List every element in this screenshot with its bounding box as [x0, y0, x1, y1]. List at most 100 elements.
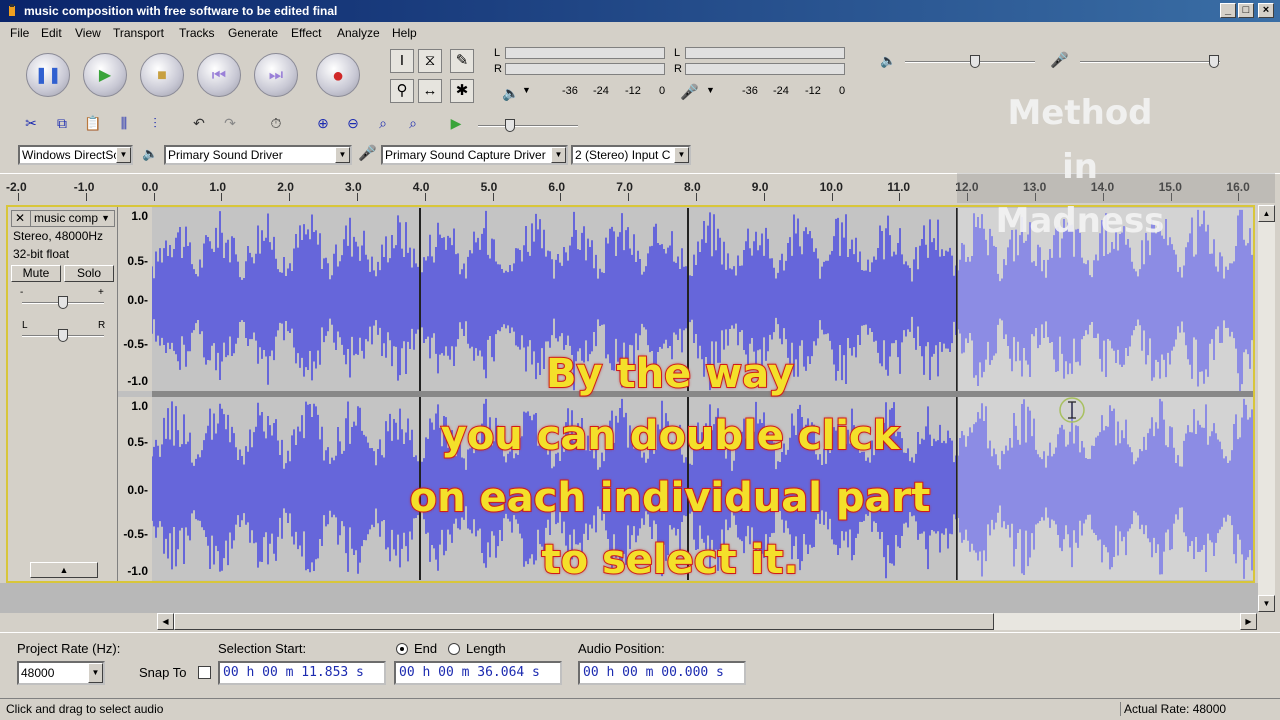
snap-to-checkbox[interactable] — [198, 666, 211, 679]
zoom-tool[interactable]: ⚲ — [390, 79, 414, 103]
pause-button[interactable]: ❚❚ — [26, 53, 70, 97]
multi-tool[interactable]: ✱ — [450, 79, 474, 103]
rec-tick: -24 — [773, 85, 789, 97]
record-button[interactable]: ● — [316, 53, 360, 97]
redo-icon[interactable]: ↷ — [217, 112, 243, 134]
collapse-track-button[interactable]: ▲ — [30, 562, 98, 578]
play-speed-thumb[interactable] — [505, 119, 515, 132]
fit-selection-icon[interactable]: ⌕ — [370, 112, 396, 134]
audio-position-field[interactable]: 00 h 00 m 00.000 s — [578, 661, 746, 685]
paste-icon[interactable]: 📋 — [80, 112, 106, 134]
play-speed-slider[interactable] — [478, 125, 578, 127]
record-meter-menu[interactable]: ▼ — [706, 85, 715, 95]
input-volume-thumb[interactable] — [1209, 55, 1219, 68]
ruler-tick — [696, 193, 697, 201]
recording-channels-select[interactable]: 2 (Stereo) Input C ▼ — [571, 145, 691, 165]
silence-icon[interactable]: ⫶ — [142, 112, 168, 134]
menu-bar: File Edit View Transport Tracks Generate… — [0, 22, 1280, 43]
trim-icon[interactable]: ⫼ — [111, 112, 137, 134]
timeshift-tool[interactable]: ↔ — [418, 79, 442, 103]
length-radio[interactable] — [448, 643, 460, 655]
scale-label: -1.0 — [127, 564, 148, 578]
selection-tool[interactable]: I — [390, 49, 414, 73]
stop-button[interactable]: ■ — [140, 53, 184, 97]
mute-button[interactable]: Mute — [11, 265, 61, 282]
scroll-right-icon[interactable]: ▶ — [1240, 613, 1257, 630]
chevron-down-icon: ▼ — [335, 147, 350, 163]
close-button[interactable]: × — [1258, 3, 1274, 18]
playback-meter-menu[interactable]: ▼ — [522, 85, 531, 95]
vertical-scrollbar[interactable]: ▲ ▼ — [1258, 205, 1275, 612]
menu-edit[interactable]: Edit — [41, 26, 62, 40]
skip-start-button[interactable]: ⏮ — [197, 53, 241, 97]
recording-device-select[interactable]: Primary Sound Capture Driver ▼ — [381, 145, 568, 165]
gain-thumb[interactable] — [58, 296, 68, 309]
track-name-menu[interactable]: ✕ music comp ▼ — [11, 210, 115, 227]
scroll-up-icon[interactable]: ▲ — [1258, 205, 1275, 222]
close-icon[interactable]: ✕ — [15, 211, 25, 226]
pan-thumb[interactable] — [58, 329, 68, 342]
zoom-out-icon[interactable]: ⊖ — [340, 112, 366, 134]
scale-label: 1.0 — [131, 209, 148, 223]
copy-icon[interactable]: ⧉ — [49, 112, 75, 134]
fit-project-icon[interactable]: ⌕ — [400, 112, 426, 134]
skip-end-button[interactable]: ⏭ — [254, 53, 298, 97]
watermark-line: in — [1062, 147, 1098, 187]
empty-track-area[interactable] — [0, 583, 1258, 613]
selection-region[interactable] — [957, 397, 1253, 580]
zoom-in-icon[interactable]: ⊕ — [310, 112, 336, 134]
horizontal-scrollbar[interactable]: ◀ ▶ — [157, 613, 1257, 630]
project-rate-value: 48000 — [21, 666, 55, 680]
draw-tool[interactable]: ✎ — [450, 49, 474, 73]
title-bar: music composition with free software to … — [0, 0, 1280, 22]
ruler-tick — [289, 193, 291, 201]
maximize-button[interactable]: □ — [1238, 3, 1254, 18]
output-volume-thumb[interactable] — [970, 55, 980, 68]
playback-device-select[interactable]: Primary Sound Driver ▼ — [164, 145, 352, 165]
selection-start-field[interactable]: 00 h 00 m 11.853 s — [218, 661, 386, 685]
rec-tick: -12 — [805, 85, 821, 97]
envelope-tool[interactable]: ⧖ — [418, 49, 442, 73]
ruler-tick — [357, 193, 358, 201]
menu-generate[interactable]: Generate — [228, 26, 278, 40]
scroll-down-icon[interactable]: ▼ — [1258, 595, 1275, 612]
selection-end-field[interactable]: 00 h 00 m 36.064 s — [394, 661, 562, 685]
menu-help[interactable]: Help — [392, 26, 417, 40]
microphone-icon: 🎤 — [358, 145, 377, 162]
play-button[interactable]: ▶ — [83, 53, 127, 97]
pb-tick: -36 — [562, 85, 578, 97]
scroll-left-icon[interactable]: ◀ — [157, 613, 174, 630]
sync-lock-icon[interactable]: ⏱ — [263, 112, 289, 134]
menu-analyze[interactable]: Analyze — [337, 26, 380, 40]
horizontal-scroll-thumb[interactable] — [174, 613, 994, 630]
vertical-ruler-left: 1.0 0.5- 0.0- -0.5- -1.0 — [118, 207, 152, 391]
ruler-tick-label: 3.0 — [345, 180, 362, 194]
end-radio[interactable] — [396, 643, 408, 655]
input-volume-slider[interactable] — [1080, 61, 1220, 63]
undo-icon[interactable]: ↶ — [186, 112, 212, 134]
ruler-tick-label: -2.0 — [6, 180, 27, 194]
ruler-tick-label: 1.0 — [209, 180, 227, 194]
actual-rate: Actual Rate: 48000 — [1120, 702, 1226, 716]
rec-tick: 0 — [839, 85, 846, 97]
end-label: End — [414, 641, 438, 656]
menu-tracks[interactable]: Tracks — [179, 26, 215, 40]
solo-button[interactable]: Solo — [64, 265, 114, 282]
minimize-button[interactable]: _ — [1220, 3, 1236, 18]
audio-host-select[interactable]: Windows DirectSc ▼ — [18, 145, 133, 165]
record-meter-r — [685, 63, 845, 75]
menu-view[interactable]: View — [75, 26, 101, 40]
snap-to-label: Snap To — [139, 665, 187, 680]
track-name: music comp — [30, 211, 98, 226]
chevron-down-icon: ▼ — [88, 663, 103, 683]
ruler-tick-label: 0.0 — [141, 180, 159, 194]
project-rate-select[interactable]: 48000 ▼ — [17, 661, 105, 685]
cut-icon[interactable]: ✂ — [18, 112, 44, 134]
menu-effect[interactable]: Effect — [291, 26, 321, 40]
skip-end-icon: ⏭ — [268, 67, 284, 84]
ruler-tick — [628, 193, 630, 201]
caption-line: By the way — [545, 350, 795, 398]
play-at-speed-icon[interactable]: ▶ — [443, 112, 469, 134]
menu-file[interactable]: File — [10, 26, 29, 40]
menu-transport[interactable]: Transport — [113, 26, 164, 40]
